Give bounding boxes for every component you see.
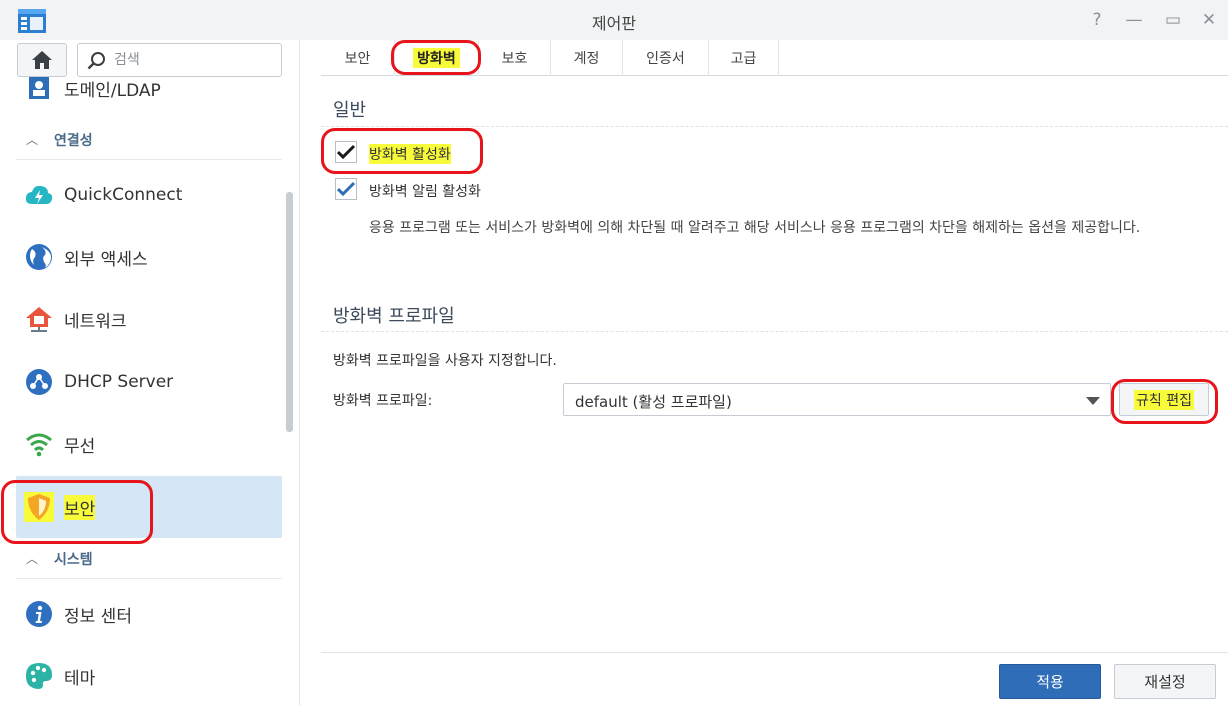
sidebar-group-connectivity[interactable]: ︿ 연결성 — [16, 120, 282, 160]
wifi-icon — [24, 429, 54, 459]
control-panel-window: 제어판 ? — ▭ ✕ 도메인/LDAP ︿ 연결성 — [0, 0, 1228, 705]
enable-firewall-label[interactable]: 방화벽 활성화 — [369, 144, 451, 164]
enable-firewall-checkbox[interactable] — [335, 141, 357, 163]
profile-field-label: 방화벽 프로파일: — [333, 393, 433, 409]
main-panel: 보안 방화벽 보호 계정 인증서 고급 일반 방화벽 활성화 방화벽 알림 활성… — [321, 40, 1228, 705]
tab-certificate[interactable]: 인증서 — [623, 40, 709, 76]
section-divider — [321, 331, 1228, 332]
sidebar-item-quickconnect[interactable]: QuickConnect — [16, 164, 282, 226]
section-divider — [321, 126, 1228, 127]
sidebar: 도메인/LDAP ︿ 연결성 QuickConnect 외부 액세스 네트워크 — [0, 40, 300, 705]
tab-advanced[interactable]: 고급 — [709, 40, 779, 76]
sidebar-item-info-center[interactable]: 정보 센터 — [16, 583, 282, 645]
sidebar-item-security[interactable]: 보안 — [16, 476, 282, 538]
title-bar: 제어판 ? — ▭ ✕ — [0, 0, 1228, 40]
enable-notify-checkbox[interactable] — [335, 178, 357, 200]
palette-icon — [24, 661, 54, 691]
edit-rules-label: 규칙 편집 — [1134, 389, 1194, 410]
footer-divider — [321, 652, 1228, 653]
globe-icon — [24, 242, 54, 272]
network-house-icon — [24, 304, 54, 334]
tab-security[interactable]: 보안 — [321, 40, 395, 76]
tab-firewall[interactable]: 방화벽 — [395, 40, 479, 76]
sidebar-item-label: 도메인/LDAP — [64, 80, 161, 101]
selected-profile-value: default (활성 프로파일) — [575, 393, 732, 411]
reset-button[interactable]: 재설정 — [1114, 664, 1216, 699]
sidebar-item-domain-ldap[interactable]: 도메인/LDAP — [16, 62, 282, 114]
sidebar-item-label: QuickConnect — [64, 185, 183, 205]
sidebar-item-dhcp-server[interactable]: DHCP Server — [16, 351, 282, 413]
sidebar-item-network[interactable]: 네트워크 — [16, 288, 282, 350]
section-title-general: 일반 — [333, 100, 367, 121]
dhcp-icon — [24, 367, 54, 397]
sidebar-item-wireless[interactable]: 무선 — [16, 413, 282, 475]
sidebar-item-theme[interactable]: 테마 — [16, 645, 282, 705]
sidebar-item-label: 무선 — [64, 436, 96, 457]
window-title: 제어판 — [591, 14, 637, 33]
apply-button[interactable]: 적용 — [999, 664, 1101, 699]
sidebar-item-label: 정보 센터 — [64, 606, 132, 627]
quickconnect-icon — [24, 180, 54, 210]
firewall-notify-description: 응용 프로그램 또는 서비스가 방화벽에 의해 차단될 때 알려주고 해당 서비… — [369, 220, 1141, 236]
tab-account[interactable]: 계정 — [551, 40, 623, 76]
checkmark-icon — [337, 144, 355, 160]
edit-rules-button[interactable]: 규칙 편집 — [1119, 383, 1209, 416]
sidebar-scrollbar[interactable] — [286, 192, 293, 432]
sidebar-item-label: 네트워크 — [64, 311, 127, 332]
enable-notify-label[interactable]: 방화벽 알림 활성화 — [369, 181, 481, 201]
shield-icon — [24, 492, 54, 522]
close-button[interactable]: ✕ — [1197, 8, 1221, 32]
sidebar-group-label: 시스템 — [54, 551, 93, 568]
sidebar-group-label: 연결성 — [54, 132, 93, 149]
sidebar-item-label: DHCP Server — [64, 372, 174, 392]
checkmark-icon — [337, 181, 355, 197]
tab-protection[interactable]: 보호 — [479, 40, 551, 76]
help-button[interactable]: ? — [1085, 8, 1109, 32]
chevron-up-icon: ︿ — [26, 133, 39, 147]
sidebar-item-label: 외부 액세스 — [64, 249, 148, 270]
profile-subtitle: 방화벽 프로파일을 사용자 지정합니다. — [333, 353, 557, 369]
minimize-button[interactable]: — — [1122, 8, 1146, 32]
sidebar-group-system[interactable]: ︿ 시스템 — [16, 539, 282, 579]
tab-bar: 보안 방화벽 보호 계정 인증서 고급 — [321, 40, 1228, 76]
sidebar-item-label: 테마 — [64, 668, 96, 689]
dropdown-caret-icon — [1086, 397, 1100, 405]
domain-ldap-icon — [24, 73, 54, 103]
sidebar-item-external-access[interactable]: 외부 액세스 — [16, 226, 282, 288]
section-title-profile: 방화벽 프로파일 — [333, 306, 455, 327]
chevron-up-icon: ︿ — [26, 552, 39, 566]
firewall-profile-select[interactable]: default (활성 프로파일) — [563, 383, 1111, 416]
sidebar-item-label: 보안 — [64, 494, 96, 520]
maximize-button[interactable]: ▭ — [1161, 8, 1185, 32]
info-icon — [24, 599, 54, 629]
